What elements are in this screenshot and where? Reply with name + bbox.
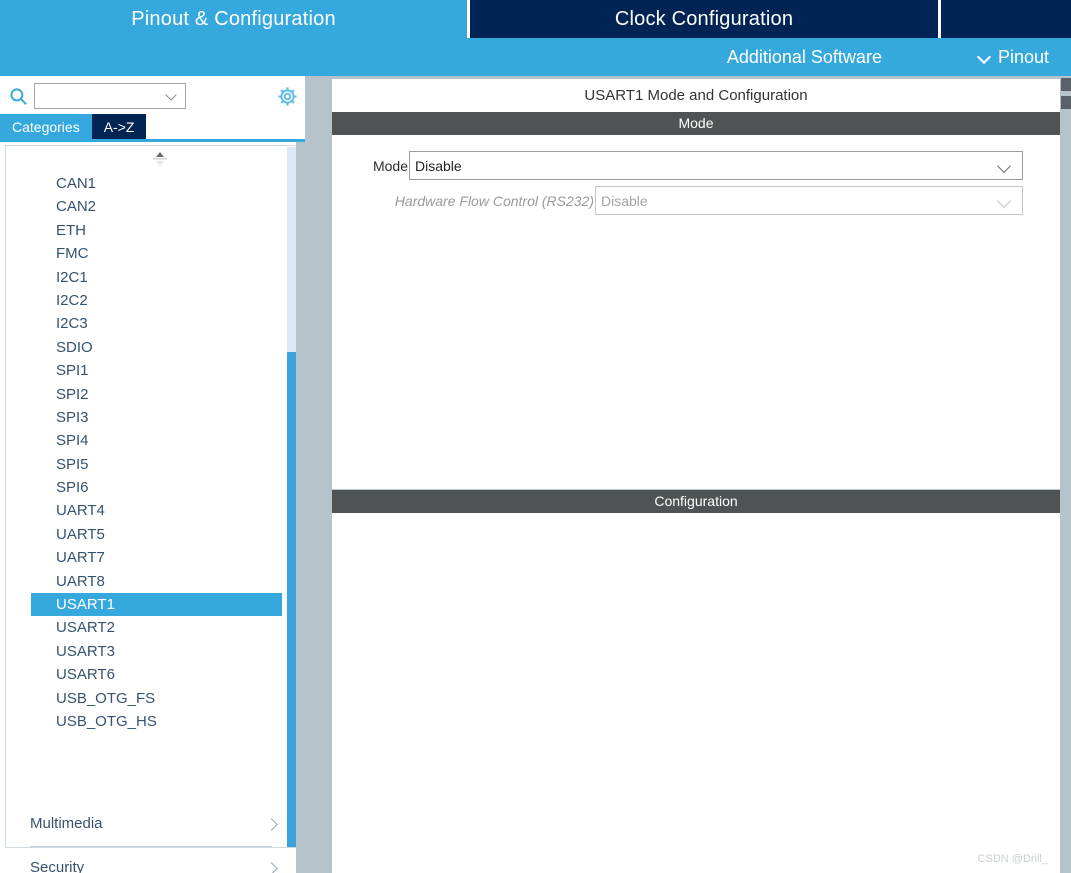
- peripheral-item-usart3[interactable]: USART3: [6, 640, 281, 663]
- peripheral-list-container: CAN1 CAN2 ETH FMC I2C1 I2C2 I2C3 SDIO SPI1 SPI2 SP…: [5, 145, 300, 848]
- top-header: Pinout & Configuration Clock Configurati…: [0, 0, 1071, 76]
- peripheral-item-usb_otg_hs[interactable]: USB_OTG_HS: [6, 710, 281, 733]
- hardware-flow-control-select: Disable: [595, 186, 1023, 215]
- tab-categories[interactable]: Categories: [0, 114, 92, 139]
- mode-form: Mode Disable Hardware Flow Control (RS23…: [332, 135, 1060, 216]
- peripheral-item-can2[interactable]: CAN2: [6, 195, 281, 218]
- scroll-up-arrow-icon[interactable]: [1061, 78, 1071, 91]
- sidebar-section-label: Multimedia: [30, 815, 103, 832]
- peripheral-item-spi6[interactable]: SPI6: [6, 476, 281, 499]
- peripheral-item-uart5[interactable]: UART5: [6, 523, 281, 546]
- chevron-right-icon[interactable]: [266, 863, 278, 873]
- additional-software-button[interactable]: Additional Software: [727, 47, 882, 68]
- sub-header-bar: Additional Software Pinout: [0, 38, 1071, 76]
- tab-overflow[interactable]: [941, 0, 1071, 38]
- configuration-main-area: USART1 Mode and Configuration Mode Mode …: [305, 76, 1071, 873]
- main-tab-bar: Pinout & Configuration Clock Configurati…: [0, 0, 1071, 38]
- mode-section-header: Mode: [332, 112, 1060, 135]
- peripheral-item-spi5[interactable]: SPI5: [6, 453, 281, 476]
- mode-row: Mode Disable: [332, 150, 1060, 181]
- mode-label: Mode: [372, 157, 408, 174]
- mode-panel: USART1 Mode and Configuration Mode Mode …: [331, 78, 1061, 558]
- hardware-flow-control-value: Disable: [601, 192, 648, 209]
- tab-label: Pinout & Configuration: [131, 7, 336, 30]
- peripheral-item-spi3[interactable]: SPI3: [6, 406, 281, 429]
- sort-updown-icon[interactable]: [148, 150, 172, 168]
- peripheral-item-usart2[interactable]: USART2: [6, 616, 281, 639]
- peripheral-item-uart7[interactable]: UART7: [6, 546, 281, 569]
- peripheral-item-i2c2[interactable]: I2C2: [6, 289, 281, 312]
- tab-label: Categories: [12, 118, 80, 135]
- sidebar-section-multimedia[interactable]: Multimedia: [30, 803, 296, 847]
- scroll-down-arrow-icon[interactable]: [1061, 96, 1071, 109]
- search-row: [0, 78, 305, 114]
- configuration-panel: Configuration CSDN @Drill_: [331, 489, 1061, 873]
- tab-clock-configuration[interactable]: Clock Configuration: [470, 0, 941, 38]
- peripheral-item-i2c3[interactable]: I2C3: [6, 312, 281, 335]
- chevron-right-icon[interactable]: [266, 819, 278, 831]
- peripheral-item-i2c1[interactable]: I2C1: [6, 266, 281, 289]
- watermark: CSDN @Drill_: [977, 853, 1048, 865]
- chevron-down-icon[interactable]: [998, 161, 1012, 175]
- tab-label: A->Z: [103, 118, 135, 135]
- peripheral-item-fmc[interactable]: FMC: [6, 242, 281, 265]
- peripheral-item-can1[interactable]: CAN1: [6, 172, 281, 195]
- pinout-menu-button[interactable]: Pinout: [978, 47, 1049, 68]
- search-icon[interactable]: [9, 87, 28, 106]
- search-combo[interactable]: [34, 83, 186, 109]
- peripheral-item-spi4[interactable]: SPI4: [6, 429, 281, 452]
- sidebar-outer-scrollbar[interactable]: [296, 142, 305, 873]
- peripheral-item-uart4[interactable]: UART4: [6, 499, 281, 522]
- tab-label: Clock Configuration: [614, 7, 794, 30]
- peripheral-list[interactable]: CAN1 CAN2 ETH FMC I2C1 I2C2 I2C3 SDIO SPI1 SPI2 SP…: [6, 172, 282, 733]
- pinout-menu-label: Pinout: [997, 46, 1049, 67]
- hardware-flow-control-row: Hardware Flow Control (RS232) Disable: [332, 185, 1060, 216]
- sidebar-section-label: Security: [30, 859, 85, 873]
- search-input[interactable]: [39, 85, 165, 107]
- page-title: USART1 Mode and Configuration: [332, 79, 1060, 112]
- sidebar-category-sections: Multimedia Security: [5, 803, 300, 873]
- peripheral-item-spi1[interactable]: SPI1: [6, 359, 281, 382]
- tab-a-to-z[interactable]: A->Z: [91, 114, 147, 139]
- sidebar-tab-bar: Categories A->Z: [0, 114, 305, 139]
- peripheral-sidebar: Categories A->Z CAN1 CAN2 ETH FMC I2C1 I2C2 I2…: [0, 76, 305, 873]
- peripheral-item-uart8[interactable]: UART8: [6, 570, 281, 593]
- peripheral-item-eth[interactable]: ETH: [6, 219, 281, 242]
- peripheral-item-spi2[interactable]: SPI2: [6, 383, 281, 406]
- configuration-body: CSDN @Drill_: [332, 513, 1060, 873]
- mode-select[interactable]: Disable: [409, 151, 1023, 180]
- peripheral-item-usart6[interactable]: USART6: [6, 663, 281, 686]
- peripheral-item-sdio[interactable]: SDIO: [6, 336, 281, 359]
- sidebar-section-security[interactable]: Security: [30, 847, 296, 873]
- peripheral-item-usb_otg_fs[interactable]: USB_OTG_FS: [6, 687, 281, 710]
- chevron-down-icon: [998, 196, 1012, 210]
- sidebar-tab-underline: [0, 139, 305, 142]
- mode-select-value: Disable: [415, 157, 462, 174]
- main-scrollbar[interactable]: [1061, 76, 1071, 873]
- configuration-section-header: Configuration: [332, 490, 1060, 513]
- chevron-down-icon[interactable]: [166, 91, 178, 103]
- gear-icon[interactable]: [277, 86, 298, 107]
- tab-pinout-configuration[interactable]: Pinout & Configuration: [0, 0, 470, 38]
- peripheral-item-usart1[interactable]: USART1: [31, 593, 282, 617]
- cubemx-window: Pinout & Configuration Clock Configurati…: [0, 0, 1071, 873]
- hardware-flow-control-label: Hardware Flow Control (RS232): [394, 192, 594, 209]
- chevron-down-icon: [978, 51, 991, 64]
